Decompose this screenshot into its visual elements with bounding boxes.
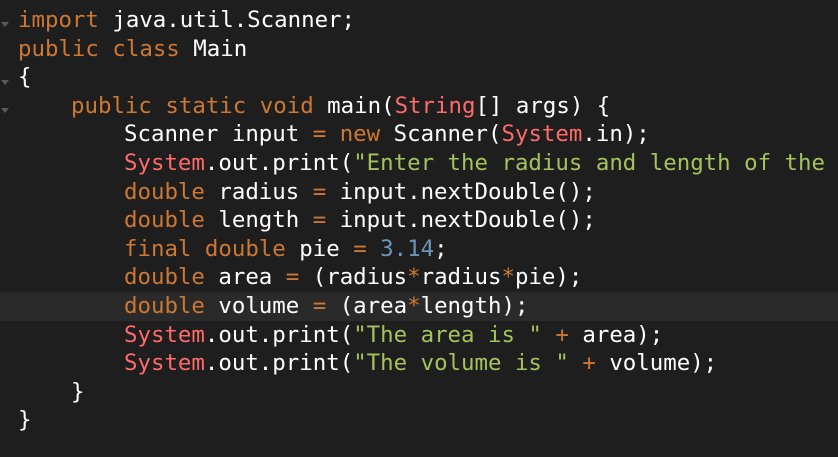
code-line[interactable]: System.out.print("The volume is " + volu… [18, 349, 838, 378]
code-token: System [124, 321, 205, 348]
code-token: double [204, 235, 286, 262]
code-line[interactable]: } [18, 406, 838, 435]
code-token: [] args) { [475, 92, 611, 119]
code-token: class [112, 35, 180, 62]
code-token: static [165, 92, 247, 119]
code-token: 3.14 [380, 235, 435, 262]
code-token: volume [204, 292, 313, 319]
fold-arrow-icon[interactable] [1, 108, 9, 113]
code-line[interactable]: final double pie = 3.14; [18, 235, 838, 264]
code-token: = [312, 292, 327, 319]
code-token: public [18, 35, 99, 62]
code-token: System [501, 121, 583, 148]
code-token: (area [326, 292, 408, 319]
code-token: .out.print( [204, 149, 354, 176]
code-token: .out.print( [204, 350, 354, 377]
code-line[interactable]: Scanner input = new Scanner(System.in); [18, 120, 838, 149]
code-token: length); [420, 292, 529, 319]
code-token: radius [204, 178, 313, 205]
code-token: void [259, 92, 314, 119]
code-token: System [124, 149, 205, 176]
code-token: area [204, 264, 286, 291]
code-token: double [124, 178, 205, 205]
code-line[interactable]: double area = (radius*radius*pie); [18, 263, 838, 292]
code-token: = [285, 264, 300, 291]
code-token: * [501, 264, 515, 291]
code-token: * [407, 264, 421, 291]
code-token: } [71, 378, 85, 405]
code-token: import [18, 7, 99, 33]
code-line[interactable]: double length = input.nextDouble(); [18, 206, 838, 235]
fold-gutter [0, 0, 12, 457]
code-token: input.nextDouble(); [326, 207, 596, 234]
code-token: input.nextDouble(); [326, 178, 596, 205]
code-token: double [124, 207, 205, 234]
code-token: Scanner( [380, 121, 502, 148]
fold-arrow-icon[interactable] [1, 80, 9, 85]
code-token: double [124, 292, 205, 319]
code-token: double [124, 264, 205, 291]
code-token: final [124, 235, 192, 262]
code-line[interactable]: public static void main(String[] args) { [18, 92, 838, 121]
fold-arrow-icon[interactable] [1, 22, 9, 27]
code-token: + [582, 350, 596, 377]
code-token: .in); [582, 121, 650, 148]
code-token: java.util.Scanner; [98, 7, 356, 33]
code-token: volume); [595, 350, 718, 377]
code-token: length [204, 207, 313, 234]
code-token: + [555, 321, 569, 348]
code-token: System [124, 350, 205, 377]
code-token: public [71, 92, 152, 119]
code-line[interactable]: System.out.print("Enter the radius and l… [18, 149, 838, 178]
code-token: Main [179, 35, 248, 62]
code-token: * [407, 292, 421, 319]
code-token: (radius [299, 264, 408, 291]
code-token: main( [313, 92, 395, 119]
code-token: String [394, 92, 476, 119]
code-line[interactable]: { [18, 63, 838, 92]
code-token: Scanner input [124, 121, 313, 148]
code-area[interactable]: import java.util.Scanner; public class Ma… [0, 6, 838, 435]
code-token: } [18, 407, 32, 434]
code-line[interactable]: public class Main [18, 35, 838, 64]
code-token: { [18, 64, 32, 91]
code-line[interactable]: } [18, 378, 838, 407]
code-editor[interactable]: import java.util.Scanner; public class Ma… [0, 0, 838, 457]
code-token: ; [434, 235, 448, 262]
code-token: new [339, 121, 381, 148]
code-token: pie); [514, 264, 583, 291]
code-token: = [312, 121, 327, 148]
code-line[interactable]: System.out.print("The area is " + area); [18, 321, 838, 350]
code-token: pie [285, 235, 354, 262]
code-line[interactable]: import java.util.Scanner; [18, 6, 838, 35]
code-token: = [312, 178, 327, 205]
code-token: "The volume is " [353, 350, 569, 377]
code-token: "Enter the radius and length of the cy [353, 149, 838, 176]
code-token: = [353, 235, 367, 262]
code-line[interactable]: double volume = (area*length); [0, 291, 838, 321]
code-token: .out.print( [204, 321, 354, 348]
code-token: "The area is " [353, 321, 542, 348]
code-line[interactable]: double radius = input.nextDouble(); [18, 178, 838, 207]
code-token: = [312, 207, 327, 234]
code-token: radius [420, 264, 502, 291]
code-token: area); [568, 321, 664, 348]
